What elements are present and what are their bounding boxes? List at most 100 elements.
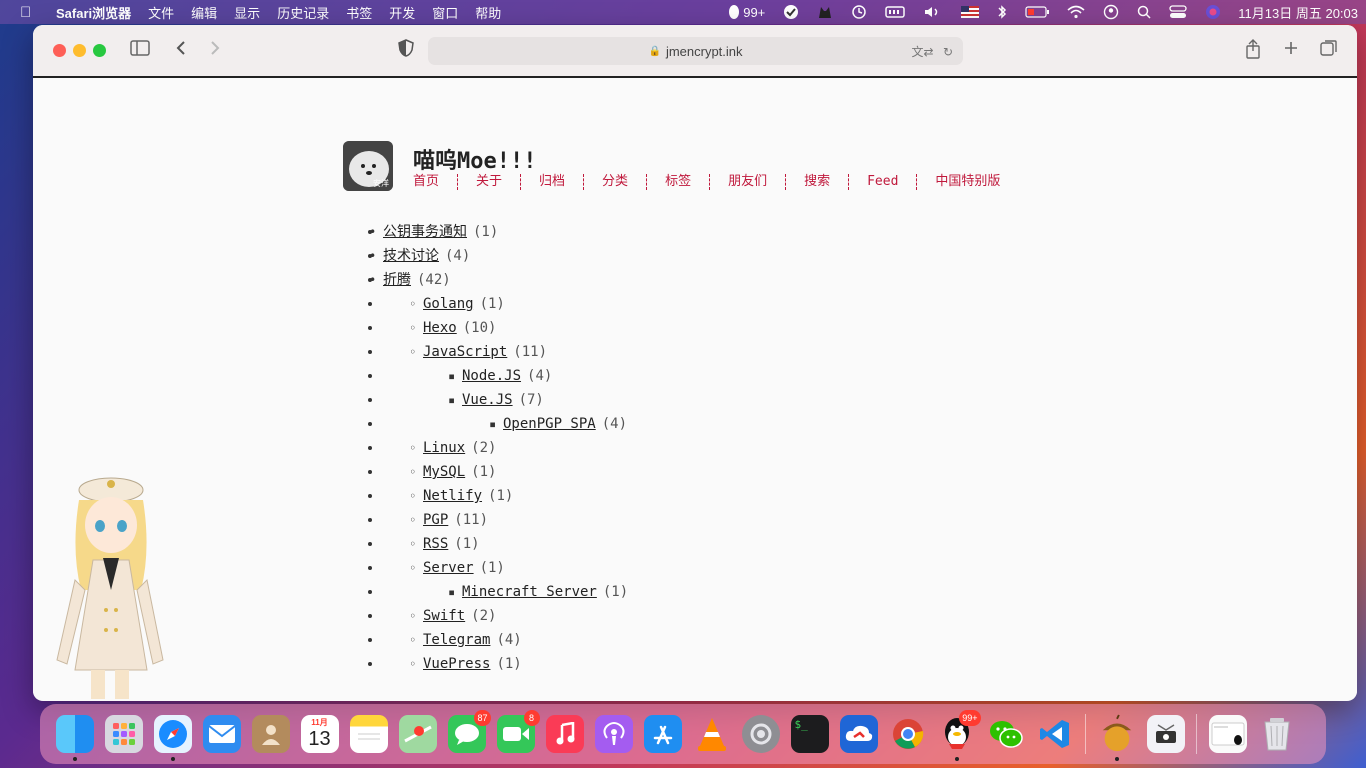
input-source-flag-icon[interactable] xyxy=(961,6,980,18)
privacy-shield-icon[interactable] xyxy=(398,39,414,62)
category-link[interactable]: Telegram xyxy=(423,632,490,648)
qq-icon[interactable]: 99+ xyxy=(938,710,981,761)
safari-icon[interactable] xyxy=(153,715,192,761)
contacts-icon[interactable] xyxy=(251,715,290,753)
live2d-mascot[interactable] xyxy=(51,470,169,699)
lock-icon: 🔒 xyxy=(648,45,661,57)
vscode-icon[interactable] xyxy=(1036,715,1074,753)
menu-develop[interactable]: 开发 xyxy=(389,3,415,22)
calendar-icon[interactable]: 11月 13 xyxy=(300,715,339,753)
category-link[interactable]: Vue.JS xyxy=(462,392,513,408)
menu-file[interactable]: 文件 xyxy=(148,3,174,22)
terminal-icon[interactable]: $_ xyxy=(790,715,829,753)
category-link[interactable]: MySQL xyxy=(423,464,465,480)
address-bar[interactable]: 🔒 jmencrypt.ink 文⇄ ↻ xyxy=(428,37,963,65)
user-icon[interactable] xyxy=(1103,4,1119,20)
category-link[interactable]: 公钥事务通知 xyxy=(383,224,467,240)
nav-archive[interactable]: 归档 xyxy=(520,174,583,190)
system-preferences-icon[interactable] xyxy=(741,715,780,753)
category-link[interactable]: Golang xyxy=(423,296,474,312)
wechat-icon[interactable] xyxy=(987,715,1025,753)
cloud-app-icon[interactable] xyxy=(839,715,878,753)
category-link[interactable]: VuePress xyxy=(423,656,490,672)
category-link[interactable]: Netlify xyxy=(423,488,482,504)
category-link[interactable]: Minecraft Server xyxy=(462,584,597,600)
new-tab-icon[interactable] xyxy=(1283,39,1299,61)
category-link[interactable]: Node.JS xyxy=(462,368,521,384)
nav-friends[interactable]: 朋友们 xyxy=(709,174,785,190)
category-link[interactable]: Hexo xyxy=(423,320,457,336)
nav-about[interactable]: 关于 xyxy=(457,174,520,190)
reload-icon[interactable]: ↻ xyxy=(943,45,953,59)
notes-icon[interactable] xyxy=(349,715,388,753)
site-nav: 首页 关于 归档 分类 标签 朋友们 搜索 Feed 中国特别版 xyxy=(413,174,1018,190)
finder-icon[interactable] xyxy=(55,715,94,761)
qq-window-preview-icon[interactable] xyxy=(1208,715,1247,753)
translate-icon[interactable]: 文⇄ xyxy=(912,45,934,59)
volume-icon[interactable] xyxy=(923,5,943,19)
podcasts-icon[interactable] xyxy=(594,715,633,753)
category-link[interactable]: 折腾 xyxy=(383,272,411,288)
acorn-app-icon[interactable] xyxy=(1098,714,1136,761)
launchpad-icon[interactable] xyxy=(104,715,143,753)
apple-menu-icon[interactable]:  xyxy=(20,4,40,21)
back-icon[interactable] xyxy=(175,39,187,61)
memory-icon[interactable] xyxy=(885,5,906,19)
time-machine-icon[interactable] xyxy=(851,4,867,20)
battery-icon[interactable] xyxy=(1025,6,1050,18)
menu-history[interactable]: 历史记录 xyxy=(277,3,329,22)
close-window-button[interactable] xyxy=(53,44,66,57)
menu-view[interactable]: 显示 xyxy=(234,3,260,22)
siri-icon[interactable] xyxy=(1205,4,1221,20)
menu-help[interactable]: 帮助 xyxy=(475,3,501,22)
sidebar-toggle-icon[interactable] xyxy=(130,39,150,61)
site-avatar[interactable]: 安洋 xyxy=(343,141,393,191)
screenshot-tool-icon[interactable] xyxy=(1146,715,1185,753)
tab-overview-icon[interactable] xyxy=(1320,39,1338,62)
app-store-icon[interactable] xyxy=(643,715,682,753)
nav-home[interactable]: 首页 xyxy=(413,174,457,190)
check-status-icon[interactable] xyxy=(783,4,799,20)
messages-icon[interactable]: 87 xyxy=(447,710,491,753)
qq-status-icon[interactable]: 99+ xyxy=(727,4,765,20)
spotlight-search-icon[interactable] xyxy=(1137,5,1151,19)
category-link[interactable]: Linux xyxy=(423,440,465,456)
category-link[interactable]: Swift xyxy=(423,608,465,624)
menubar-clock[interactable]: 11月13日 周五 20:03 xyxy=(1238,3,1358,22)
nav-tags[interactable]: 标签 xyxy=(646,174,709,190)
mail-icon[interactable] xyxy=(202,715,241,753)
wifi-icon[interactable] xyxy=(1067,5,1085,19)
forward-icon[interactable] xyxy=(209,39,221,61)
nav-china-edition[interactable]: 中国特别版 xyxy=(916,174,1018,190)
category-item: • 公钥事务通知 (1) xyxy=(369,220,628,244)
bluetooth-icon[interactable] xyxy=(997,4,1007,20)
category-link[interactable]: RSS xyxy=(423,536,448,552)
nav-search[interactable]: 搜索 xyxy=(785,174,848,190)
bullet-marker: ▪ xyxy=(448,369,456,383)
menu-app-name[interactable]: Safari浏览器 xyxy=(56,3,131,22)
menu-edit[interactable]: 编辑 xyxy=(191,3,217,22)
trash-icon[interactable] xyxy=(1258,715,1296,753)
category-link[interactable]: OpenPGP SPA xyxy=(503,416,596,432)
facetime-icon[interactable]: 8 xyxy=(496,710,540,753)
category-link[interactable]: Server xyxy=(423,560,474,576)
category-link[interactable]: JavaScript xyxy=(423,344,507,360)
chrome-icon[interactable] xyxy=(889,715,927,753)
category-link[interactable]: PGP xyxy=(423,512,448,528)
menu-bookmarks[interactable]: 书签 xyxy=(346,3,372,22)
menu-window[interactable]: 窗口 xyxy=(432,3,458,22)
nav-categories[interactable]: 分类 xyxy=(583,174,646,190)
category-count: (11) xyxy=(454,512,489,528)
control-center-icon[interactable] xyxy=(1169,5,1187,19)
zoom-window-button[interactable] xyxy=(93,44,106,57)
cat-status-icon[interactable] xyxy=(817,4,833,20)
maps-icon[interactable] xyxy=(398,715,437,753)
music-icon[interactable] xyxy=(545,715,584,753)
site-title[interactable]: 喵呜Moe!!! xyxy=(413,143,536,175)
minimize-window-button[interactable] xyxy=(73,44,86,57)
vlc-icon[interactable] xyxy=(693,715,731,753)
nav-feed[interactable]: Feed xyxy=(848,174,916,190)
category-link[interactable]: 技术讨论 xyxy=(383,248,439,264)
share-icon[interactable] xyxy=(1245,39,1261,64)
category-item: ◦ Netlify (1) xyxy=(383,484,628,508)
